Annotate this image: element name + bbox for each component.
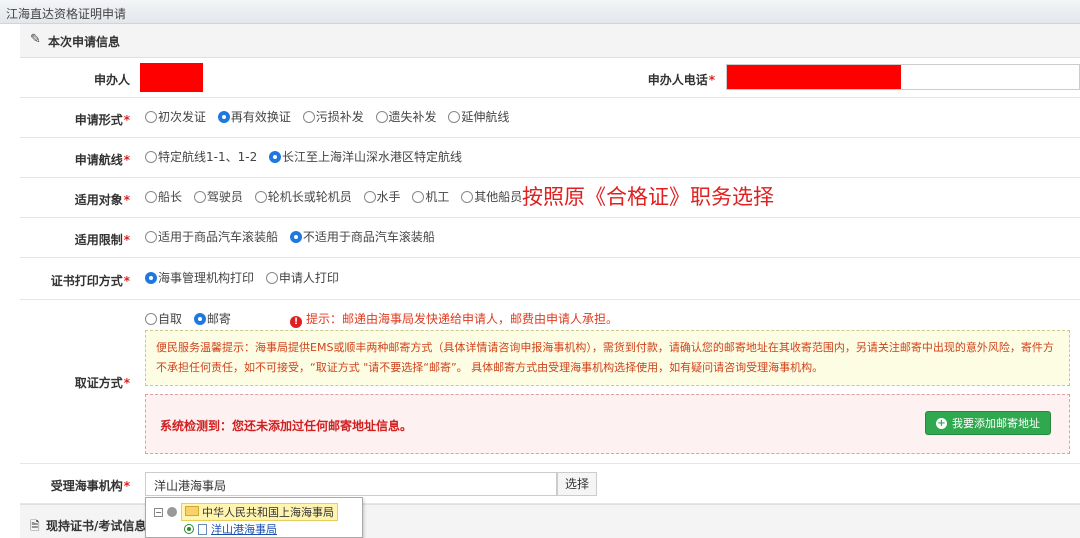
target-row: 适用对象* 船长 驾驶员 轮机长或轮机员 水手 机工 其他船员 按照原《合格证》… [20, 178, 1080, 218]
form-type-label: 申请形式* [74, 113, 130, 127]
collapse-icon[interactable]: − [154, 507, 163, 517]
applicant-name-redacted [140, 63, 203, 92]
window-titlebar: 江海直达资格证明申请 [0, 0, 1080, 24]
target-options: 船长 驾驶员 轮机长或轮机员 水手 机工 其他船员 [145, 188, 530, 206]
form-type-renewal[interactable]: 再有效换证 [217, 108, 291, 125]
restriction-roro[interactable]: 适用于商品汽车滚装船 [145, 228, 278, 245]
pickup-self[interactable]: 自取 [145, 310, 182, 327]
restriction-label: 适用限制* [74, 233, 130, 247]
route-yangshan[interactable]: 长江至上海洋山深水港区特定航线 [269, 148, 462, 165]
print-by-applicant[interactable]: 申请人打印 [265, 269, 339, 286]
pickup-tip: ! 提示：邮递由海事局发快递给申请人，邮费由申请人承担。 [290, 310, 618, 328]
print-method-options: 海事管理机构打印 申请人打印 [145, 269, 347, 287]
mail-notice: 便民服务温馨提示：海事局提供EMS或顺丰两种邮寄方式（具体详情请咨询申报海事机构… [145, 330, 1070, 386]
address-warning-text: 系统检测到：您还未添加过任何邮寄地址信息。 [160, 419, 413, 433]
tree-root-node[interactable]: − 中华人民共和国上海海事局 [154, 503, 338, 521]
target-annotation: 按照原《合格证》职务选择 [522, 185, 774, 209]
edit-icon: ✎ [30, 32, 41, 47]
pickup-mail[interactable]: 邮寄 [193, 310, 231, 327]
org-tree-dropdown: − 中华人民共和国上海海事局 洋山港海事局 [145, 497, 363, 538]
applicant-label: 申办人 [93, 73, 130, 87]
org-select-button[interactable]: 选择 [557, 472, 597, 496]
applicant-phone-redacted [727, 65, 901, 89]
file-icon [198, 523, 207, 535]
target-engineer[interactable]: 轮机长或轮机员 [254, 188, 352, 205]
section-header: ✎ 本次申请信息 [20, 24, 1080, 58]
applicant-phone-label: 申办人电话* [647, 73, 715, 87]
target-officer[interactable]: 驾驶员 [193, 188, 243, 205]
form-type-damage-reissue[interactable]: 污损补发 [302, 108, 364, 125]
document-icon: 🗎 [30, 519, 40, 533]
print-method-row: 证书打印方式* 海事管理机构打印 申请人打印 [20, 258, 1080, 300]
selected-radio-icon [184, 524, 194, 534]
org-input[interactable]: 洋山港海事局 [145, 472, 557, 496]
warning-icon: ! [290, 316, 302, 328]
tree-child-node[interactable]: 洋山港海事局 [184, 521, 277, 537]
restriction-not-roro[interactable]: 不适用于商品汽车滚装船 [289, 228, 435, 245]
print-by-agency[interactable]: 海事管理机构打印 [145, 269, 254, 286]
section-title: 本次申请信息 [48, 35, 121, 49]
print-method-label: 证书打印方式* [50, 274, 130, 288]
window-title: 江海直达资格证明申请 [6, 7, 127, 21]
pickup-label: 取证方式* [74, 376, 130, 390]
form-type-loss-reissue[interactable]: 遗失补发 [375, 108, 437, 125]
form-type-initial[interactable]: 初次发证 [145, 108, 206, 125]
target-sailor[interactable]: 水手 [363, 188, 401, 205]
route-label: 申请航线* [74, 153, 130, 167]
org-label: 受理海事机构* [50, 479, 130, 493]
applicant-phone-input[interactable] [726, 64, 1080, 90]
target-captain[interactable]: 船长 [145, 188, 182, 205]
address-warning-box: 系统检测到：您还未添加过任何邮寄地址信息。 + 我要添加邮寄地址 [145, 394, 1070, 454]
target-mechanic[interactable]: 机工 [412, 188, 449, 205]
restriction-options: 适用于商品汽车滚装船 不适用于商品汽车滚装船 [145, 228, 443, 246]
route-options: 特定航线1-1、1-2 长江至上海洋山深水港区特定航线 [145, 148, 470, 166]
tree-child-label: 洋山港海事局 [211, 523, 277, 536]
folder-icon [185, 506, 199, 516]
route-row: 申请航线* 特定航线1-1、1-2 长江至上海洋山深水港区特定航线 [20, 138, 1080, 178]
form-type-options: 初次发证 再有效换证 污损补发 遗失补发 延伸航线 [145, 108, 517, 126]
restriction-row: 适用限制* 适用于商品汽车滚装船 不适用于商品汽车滚装船 [20, 218, 1080, 258]
plus-icon: + [936, 417, 947, 429]
target-other[interactable]: 其他船员 [461, 188, 522, 205]
route-specific-1[interactable]: 特定航线1-1、1-2 [145, 148, 257, 165]
next-section-title: 现持证书/考试信息 [46, 519, 147, 533]
tree-root-label: 中华人民共和国上海海事局 [181, 503, 338, 521]
add-address-button[interactable]: + 我要添加邮寄地址 [925, 411, 1051, 435]
target-label: 适用对象* [74, 193, 130, 207]
pickup-options: 自取 邮寄 [145, 310, 239, 328]
pickup-row: 取证方式* 自取 邮寄 ! 提示：邮递由海事局发快递给申请人，邮费由申请人承担。 … [20, 300, 1080, 464]
form-type-extension[interactable]: 延伸航线 [448, 108, 509, 125]
form-type-row: 申请形式* 初次发证 再有效换证 污损补发 遗失补发 延伸航线 [20, 98, 1080, 138]
radio-icon [167, 507, 177, 517]
applicant-row: 申办人 申办人电话* [20, 58, 1080, 98]
